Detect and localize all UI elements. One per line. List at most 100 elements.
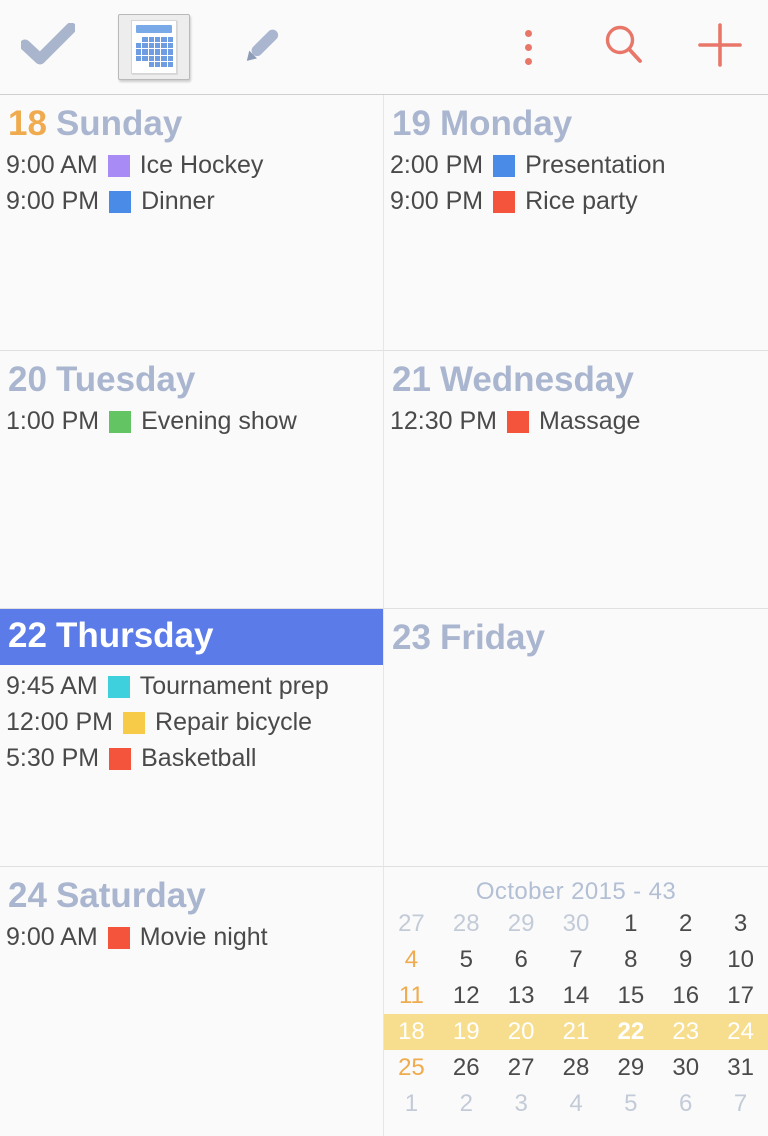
mini-month-week-row[interactable]: 18 19 20 21 22 23 24 (384, 1014, 768, 1050)
mini-month-day[interactable]: 30 (658, 1054, 713, 1082)
event-item[interactable]: 12:30 PM Massage (390, 403, 768, 439)
event-item[interactable]: 1:00 PM Evening show (6, 403, 383, 439)
event-time: 2:00 PM (390, 151, 484, 180)
day-header: 20 Tuesday (0, 351, 383, 400)
week-grid: 18 Sunday 9:00 AM Ice Hockey 9:00 PM Din… (0, 95, 768, 1136)
event-time: 1:00 PM (6, 407, 100, 436)
mini-month-day[interactable]: 24 (713, 1018, 768, 1046)
mini-month-day[interactable]: 31 (713, 1054, 768, 1082)
mini-month-day[interactable]: 20 (494, 1018, 549, 1046)
event-item[interactable]: 2:00 PM Presentation (390, 147, 768, 183)
day-name: Tuesday (55, 360, 196, 399)
event-color-swatch (107, 155, 130, 178)
mini-month-day[interactable]: 28 (549, 1054, 604, 1082)
event-item[interactable]: 9:00 AM Movie night (6, 919, 383, 955)
mini-month-day[interactable]: 27 (384, 910, 439, 938)
toolbar-right-group (480, 0, 768, 95)
mini-month-day[interactable]: 2 (439, 1090, 494, 1118)
mini-month-title[interactable]: October 2015 - 43 (384, 867, 768, 906)
mini-month-day[interactable]: 9 (658, 946, 713, 974)
mini-month-day[interactable]: 21 (549, 1018, 604, 1046)
mini-month-week-row[interactable]: 25 26 27 28 29 30 31 (384, 1050, 768, 1086)
mini-month-day[interactable]: 17 (713, 982, 768, 1010)
notes-pencil-icon-button[interactable] (214, 0, 310, 95)
event-title: Dinner (141, 187, 215, 216)
mini-month-day[interactable]: 27 (494, 1054, 549, 1082)
mini-month-week-row[interactable]: 1234567 (384, 1086, 768, 1122)
mini-month-day[interactable]: 3 (494, 1090, 549, 1118)
day-name: Monday (439, 104, 573, 143)
mini-month-day[interactable]: 16 (658, 982, 713, 1010)
mini-month-day[interactable]: 12 (439, 982, 494, 1010)
mini-month-day[interactable]: 15 (603, 982, 658, 1010)
mini-month-day[interactable]: 6 (494, 946, 549, 974)
add-event-button[interactable] (672, 0, 768, 95)
event-item[interactable]: 12:00 PM Repair bicycle (6, 704, 383, 740)
mini-month-day[interactable]: 5 (603, 1090, 658, 1118)
event-item[interactable]: 9:00 PM Dinner (6, 183, 383, 219)
event-title: Basketball (141, 744, 257, 773)
mini-month-calendar[interactable]: October 2015 - 43 27 28 29 30 1 2 3 4 5 6 7 8 9 10 11 1… (384, 867, 768, 1136)
event-list: 1:00 PM Evening show (0, 400, 383, 439)
event-time: 9:45 AM (6, 672, 98, 701)
day-cell-sunday[interactable]: 18 Sunday 9:00 AM Ice Hockey 9:00 PM Din… (0, 95, 384, 351)
mini-month-week-row[interactable]: 4 5 6 7 8 9 10 (384, 942, 768, 978)
calendar-view-icon-button[interactable] (118, 14, 190, 80)
mini-month-day[interactable]: 7 (549, 946, 604, 974)
event-list: 12:30 PM Massage (384, 400, 768, 439)
mini-month-week-row[interactable]: 11 12 13 14 15 16 17 (384, 978, 768, 1014)
mini-month-day[interactable]: 4 (549, 1090, 604, 1118)
event-color-swatch (493, 191, 516, 214)
mini-month-day[interactable]: 26 (439, 1054, 494, 1082)
mini-month-day[interactable]: 30 (549, 910, 604, 938)
day-name: Friday (439, 618, 545, 657)
mini-month-day[interactable]: 3 (713, 910, 768, 938)
mini-month-day[interactable]: 14 (549, 982, 604, 1010)
mini-month-day[interactable]: 5 (439, 946, 494, 974)
overflow-menu-button[interactable] (480, 0, 576, 95)
mini-month-day[interactable]: 22 (603, 1018, 658, 1046)
mini-month-day[interactable]: 28 (439, 910, 494, 938)
day-cell-wednesday[interactable]: 21 Wednesday 12:30 PM Massage (384, 351, 768, 609)
event-list: 9:45 AM Tournament prep 12:00 PM Repair … (0, 665, 383, 776)
mini-month-day[interactable]: 4 (384, 946, 439, 974)
event-time: 12:30 PM (390, 407, 498, 436)
day-name: Sunday (55, 104, 183, 143)
event-item[interactable]: 9:45 AM Tournament prep (6, 668, 383, 704)
mini-month-week-row[interactable]: 27 28 29 30 1 2 3 (384, 906, 768, 942)
mini-month-day[interactable]: 13 (494, 982, 549, 1010)
mini-month-day[interactable]: 18 (384, 1018, 439, 1046)
search-button[interactable] (576, 0, 672, 95)
mini-month-day[interactable]: 2 (658, 910, 713, 938)
event-item[interactable]: 9:00 AM Ice Hockey (6, 147, 383, 183)
mini-month-day[interactable]: 10 (713, 946, 768, 974)
mini-month-day[interactable]: 29 (494, 910, 549, 938)
day-number: 20 (8, 360, 47, 399)
day-cell-saturday[interactable]: 24 Saturday 9:00 AM Movie night (0, 867, 384, 1136)
mini-month-day[interactable]: 1 (603, 910, 658, 938)
event-color-swatch (109, 411, 132, 434)
pencil-icon (236, 19, 288, 76)
day-cell-tuesday[interactable]: 20 Tuesday 1:00 PM Evening show (0, 351, 384, 609)
event-time: 12:00 PM (6, 708, 114, 737)
mini-month-day[interactable]: 6 (658, 1090, 713, 1118)
day-cell-thursday[interactable]: 22 Thursday 9:45 AM Tournament prep 12:0… (0, 609, 384, 867)
event-item[interactable]: 5:30 PM Basketball (6, 740, 383, 776)
event-time: 9:00 AM (6, 923, 98, 952)
day-cell-monday[interactable]: 19 Monday 2:00 PM Presentation 9:00 PM R… (384, 95, 768, 351)
mini-month-day[interactable]: 8 (603, 946, 658, 974)
mini-month-day[interactable]: 25 (384, 1054, 439, 1082)
mini-month-day[interactable]: 7 (713, 1090, 768, 1118)
plus-icon (695, 20, 745, 75)
day-number: 24 (8, 876, 47, 915)
event-time: 9:00 PM (6, 187, 100, 216)
event-item[interactable]: 9:00 PM Rice party (390, 183, 768, 219)
tasks-check-icon-button[interactable] (0, 0, 96, 95)
day-cell-friday[interactable]: 23 Friday (384, 609, 768, 867)
event-color-swatch (507, 411, 530, 434)
mini-month-day[interactable]: 19 (439, 1018, 494, 1046)
mini-month-day[interactable]: 1 (384, 1090, 439, 1118)
mini-month-day[interactable]: 23 (658, 1018, 713, 1046)
mini-month-day[interactable]: 29 (603, 1054, 658, 1082)
mini-month-day[interactable]: 11 (384, 982, 439, 1010)
